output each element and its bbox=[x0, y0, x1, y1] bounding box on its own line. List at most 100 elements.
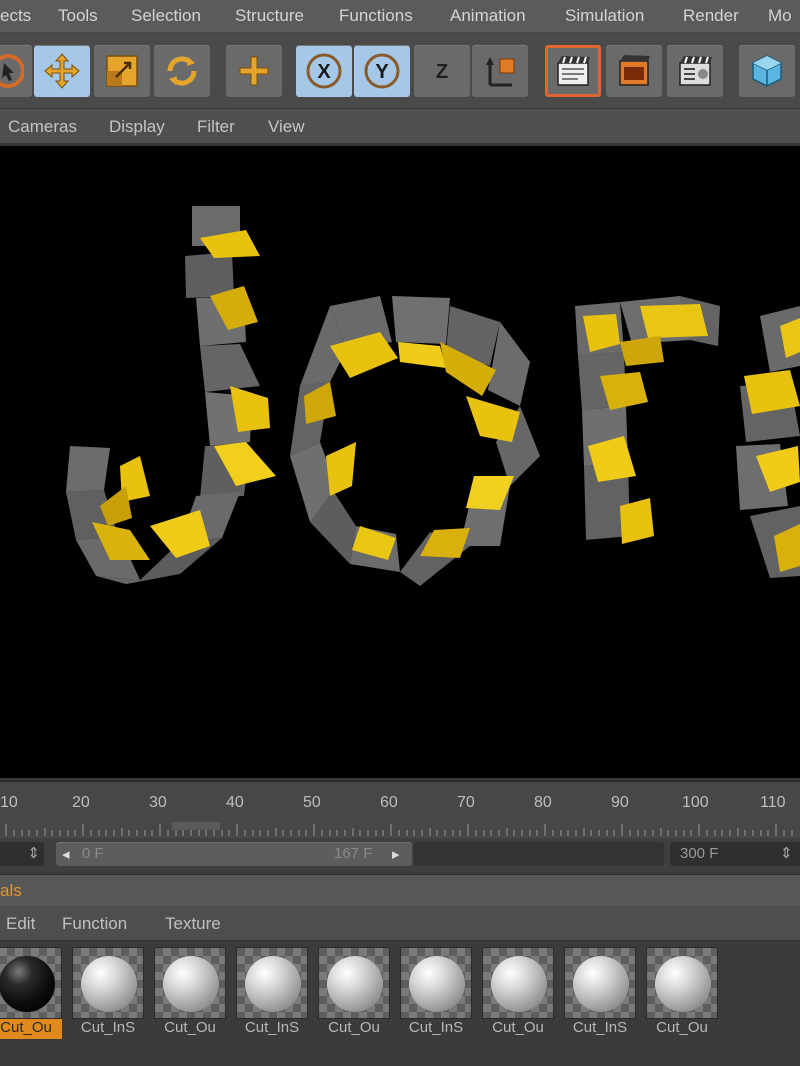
material-sphere bbox=[327, 956, 383, 1012]
menu-mograph[interactable]: Mo bbox=[768, 6, 792, 26]
materials-panel-header: als bbox=[0, 874, 800, 907]
material-name: Cut_Ou bbox=[0, 1019, 62, 1039]
max-frame-field[interactable]: 300 F ⇕ bbox=[670, 842, 800, 866]
shattered-text-render bbox=[66, 206, 800, 586]
material-sphere bbox=[573, 956, 629, 1012]
x-axis-label: X bbox=[317, 61, 331, 83]
menu-selection[interactable]: Selection bbox=[131, 6, 201, 26]
timeline-tick-label: 40 bbox=[226, 794, 244, 811]
material-preview bbox=[564, 947, 636, 1019]
viewport-menu-filter[interactable]: Filter bbox=[197, 117, 235, 137]
menu-render[interactable]: Render bbox=[683, 6, 739, 26]
material-sphere bbox=[163, 956, 219, 1012]
stepper-icon[interactable]: ⇕ bbox=[780, 844, 793, 862]
cube-icon bbox=[752, 55, 782, 87]
letter-o bbox=[290, 296, 540, 586]
range-left-arrow-icon[interactable]: ◂ bbox=[62, 845, 70, 863]
material-sphere bbox=[0, 956, 55, 1012]
material-swatch[interactable]: Cut_InS bbox=[400, 947, 472, 1039]
rotate-button[interactable] bbox=[154, 45, 210, 97]
menu-functions[interactable]: Functions bbox=[339, 6, 413, 26]
materials-menu-edit[interactable]: Edit bbox=[6, 914, 35, 934]
move-icon bbox=[44, 53, 80, 89]
range-spacer bbox=[414, 842, 664, 866]
frame-range-bar: ⇕ ◂ 0 F 167 F ▸ 300 F ⇕ bbox=[0, 838, 800, 872]
y-axis-icon: Y bbox=[364, 53, 400, 89]
z-axis-button[interactable]: Z bbox=[414, 45, 470, 97]
material-preview bbox=[72, 947, 144, 1019]
material-preview bbox=[318, 947, 390, 1019]
material-swatch[interactable]: Cut_Ou bbox=[482, 947, 554, 1039]
rotate-icon bbox=[167, 56, 197, 86]
range-end-label: 167 F bbox=[334, 845, 373, 862]
materials-list: Cut_Ou Cut_InS Cut_Ou Cut_InS Cut_Ou Cut… bbox=[0, 941, 800, 1066]
current-frame-field[interactable]: ⇕ bbox=[0, 842, 44, 866]
menu-animation[interactable]: Animation bbox=[450, 6, 526, 26]
y-axis-label: Y bbox=[375, 61, 389, 83]
material-sphere bbox=[409, 956, 465, 1012]
viewport-menu-display[interactable]: Display bbox=[109, 117, 165, 137]
scale-button[interactable] bbox=[94, 45, 150, 97]
menu-simulation[interactable]: Simulation bbox=[565, 6, 644, 26]
frame-range-slider[interactable]: ◂ 0 F 167 F ▸ bbox=[56, 842, 412, 866]
menu-tools[interactable]: Tools bbox=[58, 6, 98, 26]
z-axis-icon: Z bbox=[436, 61, 448, 83]
material-sphere bbox=[491, 956, 547, 1012]
timeline-tick-label: 100 bbox=[682, 794, 709, 811]
3d-viewport[interactable] bbox=[0, 146, 800, 778]
menu-objects[interactable]: ects bbox=[0, 6, 31, 26]
material-swatch[interactable]: Cut_Ou bbox=[318, 947, 390, 1039]
menu-structure[interactable]: Structure bbox=[235, 6, 304, 26]
coordinate-system-icon bbox=[486, 57, 515, 87]
coordinate-system-button[interactable] bbox=[472, 45, 528, 97]
range-start-label: 0 F bbox=[82, 845, 104, 862]
material-swatch[interactable]: Cut_InS bbox=[236, 947, 308, 1039]
material-name: Cut_InS bbox=[408, 1019, 464, 1036]
letter-j bbox=[66, 206, 276, 584]
max-frame-value: 300 F bbox=[680, 845, 719, 862]
live-selection-button[interactable] bbox=[0, 45, 32, 97]
y-axis-button[interactable]: Y bbox=[354, 45, 410, 97]
letter-e-partial bbox=[736, 306, 800, 578]
material-swatch[interactable]: Cut_InS bbox=[564, 947, 636, 1039]
material-preview bbox=[482, 947, 554, 1019]
stepper-icon[interactable]: ⇕ bbox=[27, 844, 40, 862]
material-swatch[interactable]: Cut_InS bbox=[72, 947, 144, 1039]
timeline-tick-label: 110 bbox=[760, 794, 786, 811]
render-view-icon bbox=[557, 56, 590, 86]
viewport-menubar: Cameras Display Filter View bbox=[0, 109, 800, 145]
timeline-tick-label: 50 bbox=[303, 794, 321, 811]
timeline-tick-label: 60 bbox=[380, 794, 398, 811]
material-sphere bbox=[81, 956, 137, 1012]
materials-menubar: Edit Function Texture bbox=[0, 906, 800, 941]
cube-button[interactable] bbox=[739, 45, 795, 97]
materials-menu-function[interactable]: Function bbox=[62, 914, 127, 934]
material-sphere bbox=[245, 956, 301, 1012]
material-swatch[interactable]: Cut_Ou bbox=[154, 947, 226, 1039]
render-settings-button[interactable] bbox=[667, 45, 723, 97]
add-object-button[interactable] bbox=[226, 45, 282, 97]
z-axis-label: Z bbox=[436, 61, 448, 83]
timeline-tick-label: 70 bbox=[457, 794, 475, 811]
live-selection-icon bbox=[0, 54, 24, 88]
main-menubar: ects Tools Selection Structure Functions… bbox=[0, 0, 800, 33]
timeline-ruler[interactable]: 10 20 30 40 50 60 70 80 90 100 110 bbox=[0, 780, 800, 840]
render-view-button[interactable] bbox=[545, 45, 601, 97]
range-right-arrow-icon[interactable]: ▸ bbox=[392, 845, 400, 863]
material-name: Cut_Ou bbox=[328, 1019, 380, 1036]
render-settings-icon bbox=[679, 56, 712, 86]
render-picture-viewer-button[interactable] bbox=[606, 45, 662, 97]
viewport-menu-cameras[interactable]: Cameras bbox=[8, 117, 77, 137]
materials-panel-title: als bbox=[0, 881, 22, 900]
main-toolbar: X Y Z bbox=[0, 33, 800, 109]
add-icon bbox=[239, 56, 269, 86]
timeline-playhead[interactable] bbox=[172, 822, 220, 830]
viewport-menu-view[interactable]: View bbox=[268, 117, 305, 137]
x-axis-button[interactable]: X bbox=[296, 45, 352, 97]
timeline-tick-label: 10 bbox=[0, 794, 18, 811]
move-button[interactable] bbox=[34, 45, 90, 97]
material-name: Cut_Ou bbox=[492, 1019, 544, 1036]
materials-menu-texture[interactable]: Texture bbox=[165, 914, 221, 934]
material-swatch[interactable]: Cut_Ou bbox=[646, 947, 718, 1039]
material-swatch[interactable]: Cut_Ou bbox=[0, 947, 62, 1039]
